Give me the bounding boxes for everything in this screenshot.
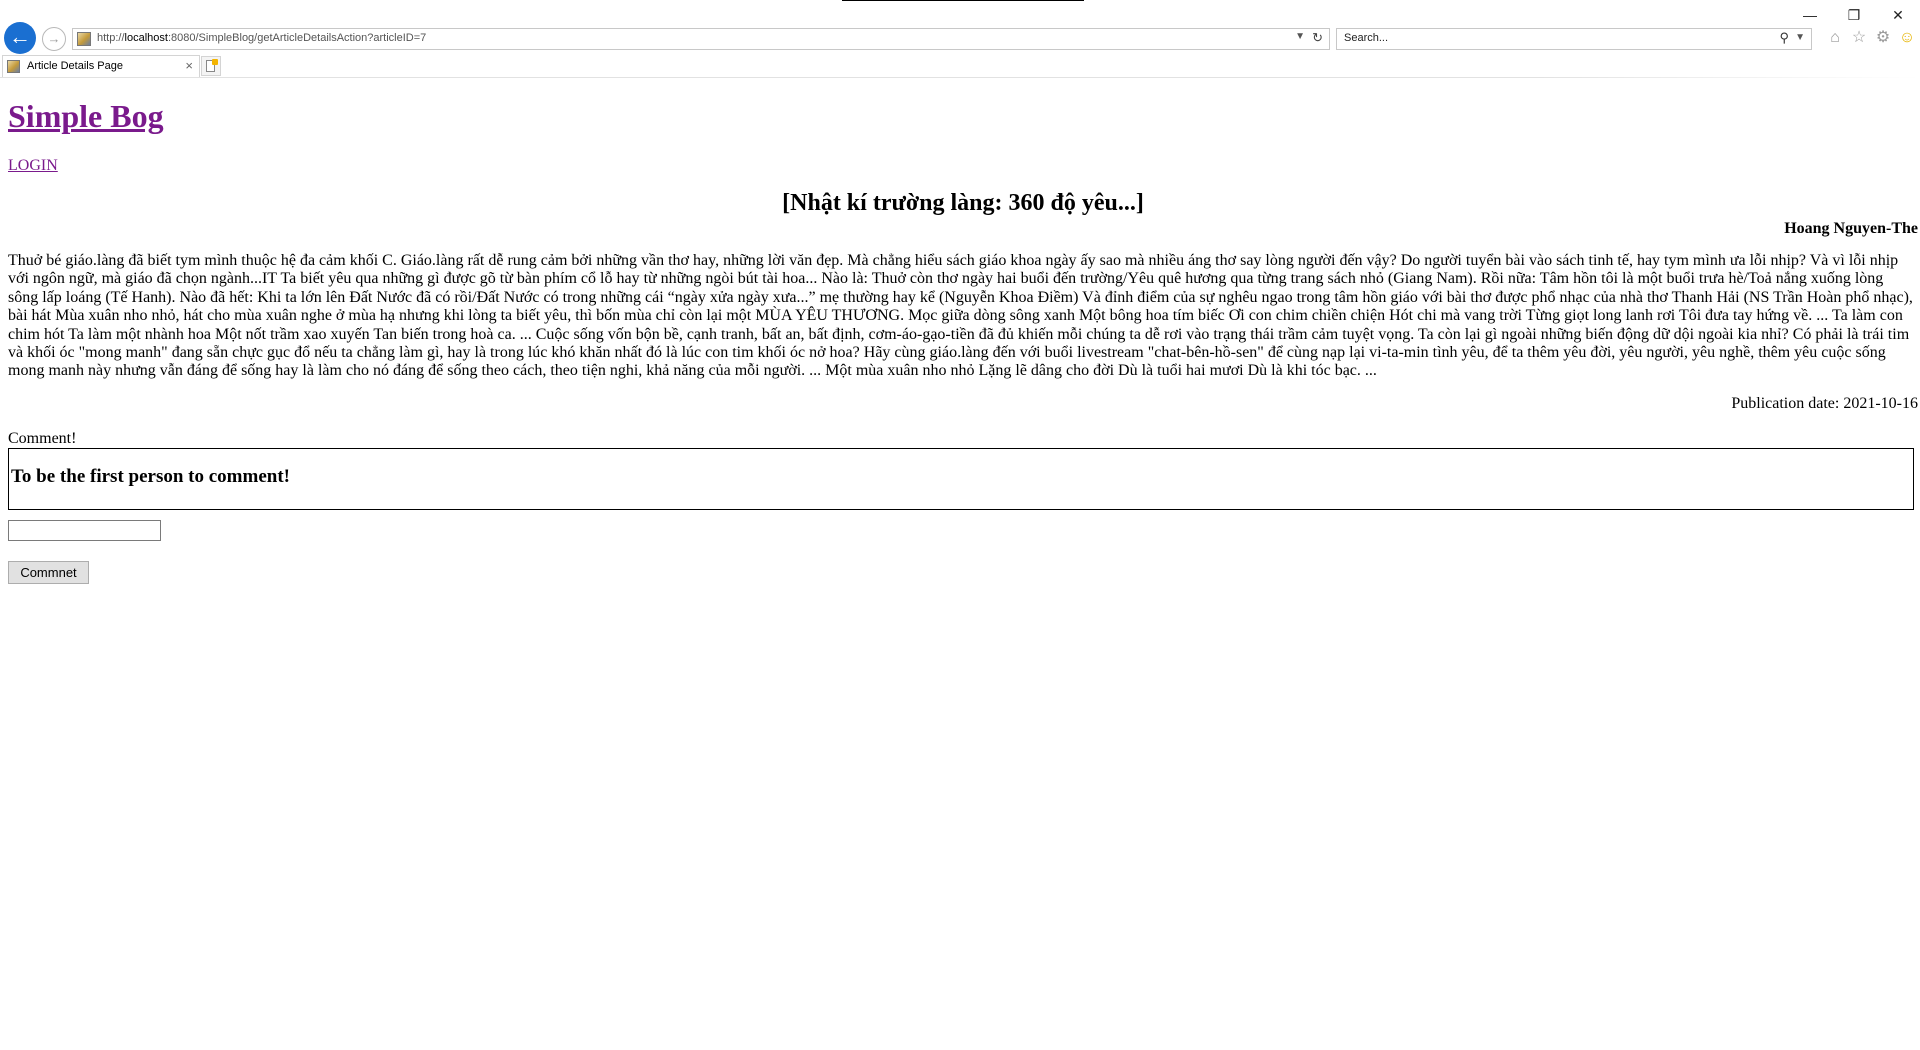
minimize-icon[interactable]: —	[1792, 4, 1828, 26]
site-title: Simple Bog	[8, 98, 164, 135]
search-input[interactable]: Search... ⚲ ▼	[1336, 28, 1812, 50]
tab-close-icon[interactable]: ×	[185, 58, 193, 73]
article-body: Thuở bé giáo.làng đã biết tym mình thuộc…	[8, 252, 1913, 380]
comment-submit-button[interactable]: Commnet	[8, 561, 89, 584]
tab-label: Article Details Page	[27, 60, 123, 72]
restore-icon[interactable]: ❐	[1836, 4, 1872, 26]
url-path: :8080/SimpleBlog/getArticleDetailsAction…	[167, 32, 427, 44]
new-tab-icon[interactable]	[201, 56, 221, 76]
url-prefix: http://	[97, 32, 125, 44]
home-icon[interactable]: ⌂	[1824, 27, 1846, 49]
gear-icon[interactable]: ⚙	[1872, 27, 1894, 49]
tab-article-details[interactable]: Article Details Page ×	[2, 55, 200, 77]
address-bar[interactable]: http://localhost:8080/SimpleBlog/getArti…	[72, 28, 1330, 50]
back-arrow-icon[interactable]: ←	[4, 22, 36, 54]
close-icon[interactable]: ✕	[1880, 4, 1916, 26]
empty-comments-message: To be the first person to comment!	[11, 466, 290, 487]
comment-label: Comment!	[8, 430, 77, 447]
url-text[interactable]: http://localhost:8080/SimpleBlog/getArti…	[97, 32, 426, 44]
search-placeholder: Search...	[1344, 32, 1389, 44]
star-icon[interactable]: ☆	[1848, 27, 1870, 49]
comment-list: To be the first person to comment!	[8, 448, 1914, 510]
comment-input[interactable]	[8, 520, 161, 541]
title-bar-line	[842, 0, 1084, 1]
url-host: localhost	[124, 32, 168, 44]
browser-chrome: — ❐ ✕ ← → http://localhost:8080/SimpleBl…	[0, 0, 1920, 78]
article-title: [Nhật kí trường làng: 360 độ yêu...]	[782, 190, 1144, 216]
article-author: Hoang Nguyen-The	[1784, 220, 1918, 237]
tab-strip-divider	[0, 77, 1920, 78]
search-dropdown-icon[interactable]: ▼	[1795, 32, 1805, 43]
forward-arrow-icon[interactable]: →	[42, 27, 66, 51]
search-icon[interactable]: ⚲	[1779, 30, 1789, 46]
login-link[interactable]: LOGIN	[8, 157, 58, 175]
page-favicon-icon	[77, 32, 91, 46]
refresh-icon[interactable]: ↻	[1312, 30, 1323, 46]
publication-date: Publication date: 2021-10-16	[1731, 395, 1918, 412]
smiley-icon[interactable]: ☺	[1896, 27, 1918, 49]
address-dropdown-icon[interactable]: ▼	[1295, 31, 1305, 42]
tab-favicon-icon	[7, 60, 20, 73]
site-title-link[interactable]: Simple Bog	[8, 98, 164, 134]
